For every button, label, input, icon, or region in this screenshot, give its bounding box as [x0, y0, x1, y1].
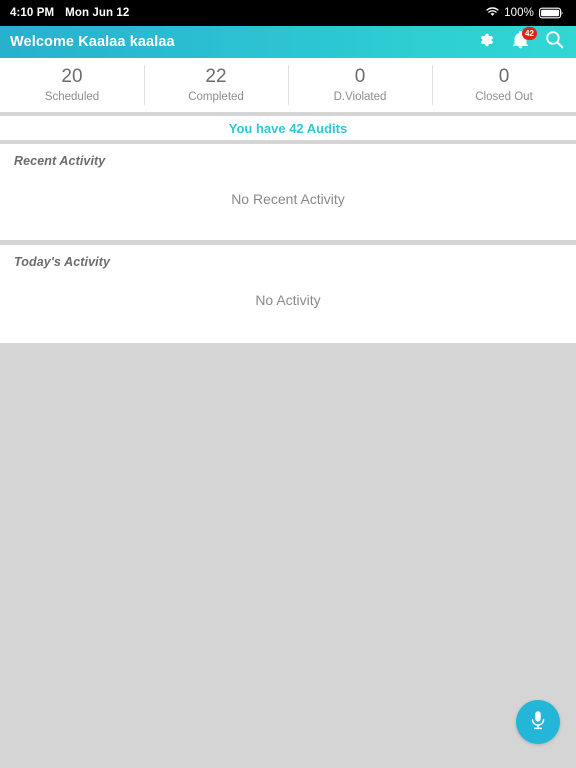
todays-activity-body: No Activity	[0, 269, 576, 331]
stat-value: 20	[61, 65, 83, 87]
status-bar-date: Mon Jun 12	[65, 7, 130, 19]
wifi-icon	[486, 6, 499, 20]
stats-summary-row: 20 Scheduled 22 Completed 0 D.Violated 0…	[0, 58, 576, 112]
status-bar: 4:10 PM Mon Jun 12 100%	[0, 0, 576, 26]
todays-activity-section: Today's Activity No Activity	[0, 245, 576, 343]
stat-value: 22	[205, 65, 227, 87]
empty-background-area	[0, 343, 576, 768]
main-content: 20 Scheduled 22 Completed 0 D.Violated 0…	[0, 58, 576, 768]
microphone-icon	[528, 709, 548, 736]
voice-input-fab[interactable]	[516, 700, 560, 744]
status-bar-left: 4:10 PM Mon Jun 12	[10, 7, 129, 19]
stat-value: 0	[354, 65, 366, 87]
battery-percent-label: 100%	[504, 7, 534, 19]
stat-card-closed-out[interactable]: 0 Closed Out	[432, 58, 576, 112]
stat-card-scheduled[interactable]: 20 Scheduled	[0, 58, 144, 112]
app-header: Welcome Kaalaa kaalaa 42	[0, 26, 576, 58]
battery-full-icon	[539, 7, 564, 19]
stat-label: D.Violated	[333, 90, 387, 103]
search-icon	[545, 30, 564, 54]
notifications-bell-button[interactable]: 42	[510, 27, 537, 53]
recent-activity-body: No Recent Activity	[0, 168, 576, 230]
stat-label: Closed Out	[475, 90, 533, 103]
audits-banner-label: You have 42 Audits	[228, 120, 348, 136]
app-screen: 4:10 PM Mon Jun 12 100% Welcome Kaalaa k…	[0, 0, 576, 768]
recent-activity-title: Recent Activity	[14, 154, 106, 168]
stat-card-completed[interactable]: 22 Completed	[144, 58, 288, 112]
stat-card-dviolated[interactable]: 0 D.Violated	[288, 58, 432, 112]
status-bar-time: 4:10 PM	[10, 7, 55, 19]
todays-activity-title: Today's Activity	[14, 255, 111, 269]
stat-label: Completed	[188, 90, 244, 103]
page-title: Welcome Kaalaa kaalaa	[10, 34, 175, 50]
search-button[interactable]	[544, 31, 564, 53]
settings-gear-button[interactable]	[476, 31, 496, 53]
todays-activity-empty-text: No Activity	[255, 292, 321, 308]
audits-banner[interactable]: You have 42 Audits	[0, 116, 576, 140]
recent-activity-empty-text: No Recent Activity	[231, 191, 345, 207]
recent-activity-section: Recent Activity No Recent Activity	[0, 144, 576, 240]
header-actions: 42	[476, 27, 564, 53]
status-bar-right: 100%	[486, 6, 564, 20]
stat-value: 0	[498, 65, 510, 87]
notifications-badge: 42	[522, 27, 537, 40]
settings-gear-icon	[477, 31, 495, 54]
stat-label: Scheduled	[44, 90, 100, 103]
